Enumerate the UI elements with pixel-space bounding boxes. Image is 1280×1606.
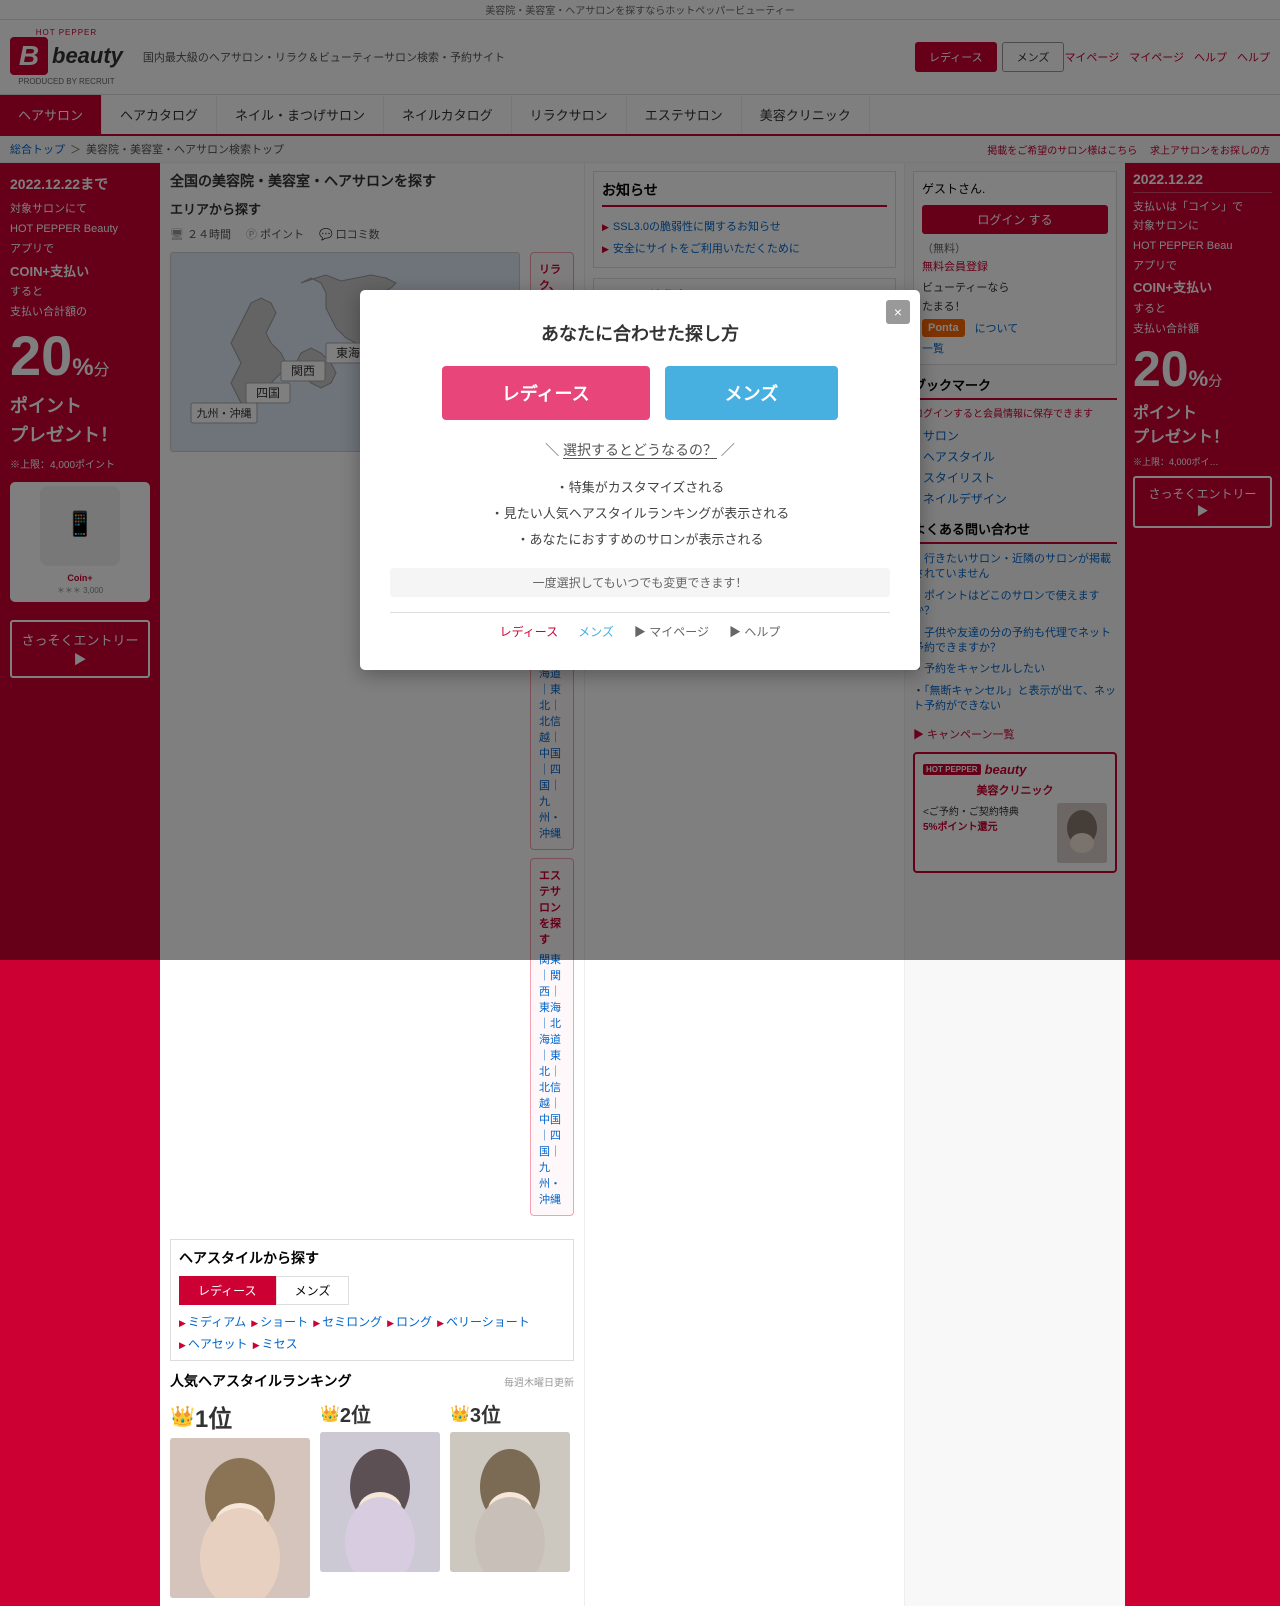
hairstyle-title: ヘアスタイルから探す <box>179 1248 565 1268</box>
rank-1-num: 1位 <box>195 1399 232 1434</box>
modal-bottom-links: レディース メンズ ▶ マイページ ▶ ヘルプ <box>390 623 890 640</box>
rank-3-image[interactable] <box>450 1432 570 1572</box>
modal-question: ＼ 選択するとどうなるの？ ／ <box>390 440 890 460</box>
rank-1-crown: 👑 <box>170 1404 195 1429</box>
modal-close-button[interactable]: × <box>886 300 910 324</box>
modal-question-text: 選択するとどうなるの？ <box>563 442 717 459</box>
rank-item-3: 👑 3位 <box>450 1399 570 1598</box>
rank-3-badge: 👑 3位 <box>450 1399 570 1428</box>
modal-ladies-small-link[interactable]: レディース <box>500 623 559 640</box>
hairstyle-tabs: レディース メンズ <box>179 1276 565 1305</box>
rank-2-image[interactable] <box>320 1432 440 1572</box>
esthe-salon-regions[interactable]: 関東｜関西｜東海｜北海道｜東北｜北信越｜中国｜四国｜九州・沖縄 <box>539 951 565 1207</box>
modal-benefit-3: あなたにおすすめのサロンが表示される <box>390 527 890 553</box>
hairstyle-tab-ladies[interactable]: レディース <box>179 1276 276 1305</box>
ranking-section: 人気ヘアスタイルランキング 毎週木曜日更新 👑 1位 <box>170 1371 574 1598</box>
modal-gender-buttons: レディース メンズ <box>390 366 890 420</box>
modal-help-link[interactable]: ▶ ヘルプ <box>729 623 780 640</box>
rank-2-hair-img <box>320 1432 440 1572</box>
rank-3-crown: 👑 <box>450 1404 470 1424</box>
rank-3-num: 3位 <box>470 1399 501 1428</box>
hairstyle-link-misses[interactable]: ミセス <box>253 1335 298 1352</box>
modal-mens-button[interactable]: メンズ <box>665 366 839 420</box>
rank-3-hair-img <box>450 1432 570 1572</box>
hairstyle-link-short[interactable]: ショート <box>251 1313 308 1330</box>
ranking-header: 人気ヘアスタイルランキング 毎週木曜日更新 <box>170 1371 574 1391</box>
hairstyle-links: ミディアム ショート セミロング ロング ベリーショート ヘアセット ミセス <box>179 1313 565 1352</box>
modal-dialog: × あなたに合わせた探し方 レディース メンズ ＼ 選択するとどうなるの？ ／ … <box>360 290 920 670</box>
modal-mypage-link[interactable]: ▶ マイページ <box>634 623 709 640</box>
hairstyle-link-semilong[interactable]: セミロング <box>313 1313 382 1330</box>
ranking-title: 人気ヘアスタイルランキング <box>170 1371 352 1391</box>
hairstyle-tab-mens[interactable]: メンズ <box>276 1276 350 1305</box>
ranking-update: 毎週木曜日更新 <box>504 1374 574 1389</box>
rank-1-hair-img <box>170 1438 310 1598</box>
modal-benefit-2: 見たい人気ヘアスタイルランキングが表示される <box>390 501 890 527</box>
hairstyle-section: ヘアスタイルから探す レディース メンズ ミディアム ショート セミロング ロン… <box>170 1239 574 1361</box>
modal-overlay[interactable]: × あなたに合わせた探し方 レディース メンズ ＼ 選択するとどうなるの？ ／ … <box>0 0 1280 960</box>
modal-divider <box>390 612 890 613</box>
rank-1-image[interactable] <box>170 1438 310 1598</box>
rank-2-crown: 👑 <box>320 1404 340 1424</box>
rank-2-num: 2位 <box>340 1399 371 1428</box>
hairstyle-link-medium[interactable]: ミディアム <box>179 1313 246 1330</box>
modal-benefits: 特集がカスタマイズされる 見たい人気ヘアスタイルランキングが表示される あなたに… <box>390 475 890 553</box>
hairstyle-link-long[interactable]: ロング <box>387 1313 432 1330</box>
modal-benefit-1: 特集がカスタマイズされる <box>390 475 890 501</box>
ranking-items: 👑 1位 👑 <box>170 1399 574 1598</box>
rank-1-badge: 👑 1位 <box>170 1399 310 1434</box>
modal-note: 一度選択してもいつでも変更できます！ <box>390 568 890 597</box>
modal-ladies-button[interactable]: レディース <box>442 366 650 420</box>
modal-mens-small-link[interactable]: メンズ <box>578 623 614 640</box>
rank-item-1: 👑 1位 <box>170 1399 310 1598</box>
rank-2-badge: 👑 2位 <box>320 1399 440 1428</box>
modal-title: あなたに合わせた探し方 <box>390 320 890 346</box>
hairstyle-link-hairset[interactable]: ヘアセット <box>179 1335 248 1352</box>
hairstyle-link-veryshort[interactable]: ベリーショート <box>437 1313 530 1330</box>
rank-item-2: 👑 2位 <box>320 1399 440 1598</box>
